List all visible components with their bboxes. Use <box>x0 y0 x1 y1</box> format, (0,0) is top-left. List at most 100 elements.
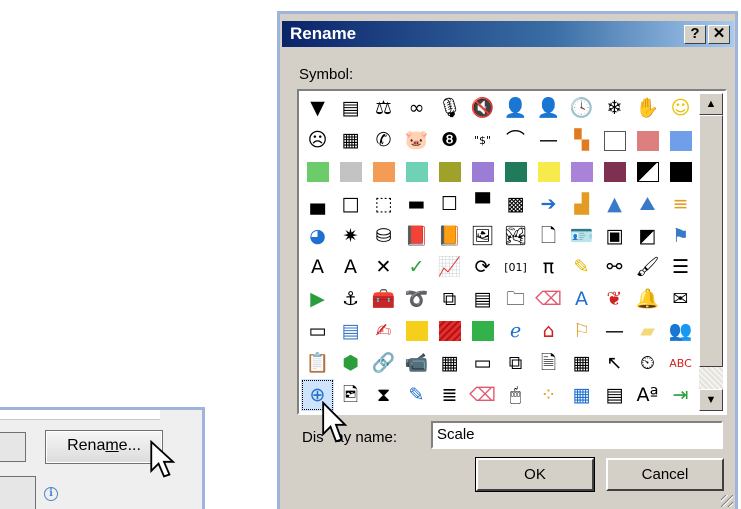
symbol-cell-flag-arrow-icon[interactable]: ⚑ <box>664 220 697 252</box>
symbol-cell-anchor-icon[interactable]: ⚓ <box>334 284 367 316</box>
symbol-cell-check-mark-icon[interactable]: ✓ <box>400 252 433 284</box>
symbol-cell-ie-icon[interactable]: ℯ <box>499 316 532 348</box>
symbol-cell-chart-edit-icon[interactable]: 📈 <box>433 252 466 284</box>
symbol-cell-layout-icon[interactable]: ▣ <box>598 220 631 252</box>
scroll-down-button[interactable]: ▼ <box>699 389 723 411</box>
symbol-cell-refresh-icon[interactable]: ⟳ <box>466 252 499 284</box>
symbol-cell-clock-icon[interactable]: 🕓 <box>565 93 598 125</box>
symbol-cell-pointer-icon[interactable]: ↖ <box>598 347 631 379</box>
symbol-cell-eight-ball-icon[interactable]: ❽ <box>433 125 466 157</box>
symbol-cell-binary-icon[interactable]: [01] <box>499 252 532 284</box>
symbol-cell-align-right-icon[interactable]: ≣ <box>433 379 466 411</box>
symbol-cell-play-icon[interactable]: ▶ <box>301 284 334 316</box>
scroll-thumb[interactable] <box>699 115 723 367</box>
symbol-cell-text-box-icon[interactable]: A <box>301 252 334 284</box>
symbol-cell-copy-icon[interactable]: ⧉ <box>433 284 466 316</box>
symbol-cell-eraser2-icon[interactable]: ⌫ <box>466 379 499 411</box>
symbol-cell-timer-icon[interactable]: ⏲ <box>631 347 664 379</box>
symbol-cell-scale-icon[interactable]: ⚖ <box>367 93 400 125</box>
scroll-up-button[interactable]: ▲ <box>699 93 723 115</box>
symbol-cell-person-icon[interactable]: 👤 <box>532 93 565 125</box>
symbol-cell-gray-square[interactable] <box>334 157 367 189</box>
symbol-cell-highlighter-icon[interactable]: ✎ <box>565 252 598 284</box>
symbol-cell-folder-icon[interactable]: 🗀 <box>499 284 532 316</box>
symbol-cell-card-icon[interactable]: ▭ <box>301 316 334 348</box>
symbol-cell-teal-square[interactable] <box>400 157 433 189</box>
symbol-cell-violet-square[interactable] <box>565 157 598 189</box>
symbol-cell-yellow-square[interactable] <box>532 157 565 189</box>
ok-button[interactable]: OK <box>475 457 595 492</box>
symbol-cell-clipboard-icon[interactable]: 📋 <box>301 347 334 379</box>
symbol-cell-maroon-square[interactable] <box>598 157 631 189</box>
symbol-cell-table-icon[interactable]: ▦ <box>433 347 466 379</box>
symbol-cell-text-shade-icon[interactable]: A <box>334 252 367 284</box>
symbol-cell-dotted-square-icon[interactable]: ⬚ <box>367 188 400 220</box>
symbol-cell-contact-card-icon[interactable]: 🪪 <box>565 220 598 252</box>
symbol-cell-window-icon[interactable]: ▭ <box>466 347 499 379</box>
symbol-cell-superscript-icon[interactable]: Aª <box>631 379 664 411</box>
symbol-cell-form-icon[interactable]: ▤ <box>334 316 367 348</box>
symbol-cell-bars-icon[interactable]: ≡ <box>664 188 697 220</box>
symbol-cell-calculator-icon[interactable]: ▦ <box>334 125 367 157</box>
symbol-cell-landscape-icon[interactable]: 🏞 <box>499 220 532 252</box>
symbol-cell-green-square[interactable] <box>301 157 334 189</box>
help-button[interactable]: ? <box>684 25 706 44</box>
symbol-cell-cube-icon[interactable]: ⬢ <box>334 347 367 379</box>
symbol-cell-mute-icon[interactable]: 🔇 <box>466 93 499 125</box>
symbol-cell-color-grid-icon[interactable]: ▚ <box>565 125 598 157</box>
symbol-cell-hourglass-icon[interactable]: ⧗ <box>367 379 400 411</box>
symbol-cell-frown-icon[interactable]: ☹ <box>301 125 334 157</box>
symbol-cell-reader-icon[interactable]: ▤ <box>334 93 367 125</box>
symbol-cell-dots-icon[interactable]: ⁘ <box>532 379 565 411</box>
symbol-cell-snowflake-icon[interactable]: ❄ <box>598 93 631 125</box>
symbol-cell-businessman-icon[interactable]: 👤 <box>499 93 532 125</box>
symbol-cell-border-top-icon[interactable]: ▀ <box>466 188 499 220</box>
vertical-scrollbar[interactable]: ▲ ▼ <box>699 93 723 411</box>
symbol-cell-toolbox-icon[interactable]: 🧰 <box>367 284 400 316</box>
symbol-cell-notebook-icon[interactable]: 📙 <box>433 220 466 252</box>
symbol-cell-quote-dollar-icon[interactable]: "$" <box>466 125 499 157</box>
symbol-cell-bell-icon[interactable]: 🔔 <box>631 284 664 316</box>
rename-button[interactable]: Rename... <box>45 430 163 464</box>
symbol-cell-database-icon[interactable]: ⛁ <box>367 220 400 252</box>
symbol-cell-sticky-note-icon[interactable]: ▰ <box>631 316 664 348</box>
title-bar[interactable]: Rename ? ✕ <box>282 21 734 47</box>
symbol-cell-tab-icon[interactable]: ⇥ <box>664 379 697 411</box>
cancel-button[interactable]: Cancel <box>606 458 724 491</box>
symbol-cell-contrast-square[interactable] <box>631 157 664 189</box>
symbol-cell-thin-square-icon[interactable]: ☐ <box>433 188 466 220</box>
symbol-cell-red-pattern-icon[interactable] <box>433 316 466 348</box>
symbol-cell-border-square-icon[interactable]: □ <box>334 188 367 220</box>
symbol-cell-checker-icon[interactable]: ▩ <box>499 188 532 220</box>
symbol-cell-form-edit-icon[interactable]: ✍ <box>367 316 400 348</box>
symbol-cell-blue-square[interactable] <box>664 125 697 157</box>
symbol-cell-edit-icon[interactable]: ✎ <box>400 379 433 411</box>
symbol-cell-hand-icon[interactable]: ✋ <box>631 93 664 125</box>
symbol-cell-dark-green-square[interactable] <box>499 157 532 189</box>
symbol-cell-group-icon[interactable]: 👥 <box>664 316 697 348</box>
symbol-cell-lasso-icon[interactable]: ➰ <box>400 284 433 316</box>
symbol-cell-eraser-icon[interactable]: ⌫ <box>532 284 565 316</box>
symbol-cell-green-block-icon[interactable] <box>466 316 499 348</box>
symbol-cell-phone-icon[interactable]: ✆ <box>367 125 400 157</box>
symbol-cell-font-icon[interactable]: A <box>565 284 598 316</box>
symbol-cell-rings-icon[interactable]: ∞ <box>400 93 433 125</box>
symbol-cell-list-icon[interactable]: ☰ <box>664 252 697 284</box>
symbol-cell-binoculars-icon[interactable]: ⚯ <box>598 252 631 284</box>
symbol-cell-home-icon[interactable]: ⌂ <box>532 316 565 348</box>
symbol-cell-file-icon[interactable]: ▤ <box>466 284 499 316</box>
symbol-cell-brush-icon[interactable]: 🖌 <box>631 252 664 284</box>
symbol-cell-olive-square[interactable] <box>433 157 466 189</box>
symbol-cell-mouse-icon[interactable]: 🖱 <box>499 379 532 411</box>
symbol-cell-video-icon[interactable]: 📹 <box>400 347 433 379</box>
symbol-cell-signpost-icon[interactable]: ⚐ <box>565 316 598 348</box>
symbol-cell-smiley-icon[interactable]: ☺ <box>664 93 697 125</box>
symbol-cell-pie-chart-icon[interactable]: ◕ <box>301 220 334 252</box>
symbol-cell-black-square[interactable] <box>664 157 697 189</box>
symbol-cell-white-square[interactable] <box>598 125 631 157</box>
symbol-cell-purple-square[interactable] <box>466 157 499 189</box>
symbol-cell-radar-icon[interactable]: ✷ <box>334 220 367 252</box>
symbol-cell-book-icon[interactable]: 📕 <box>400 220 433 252</box>
symbol-cell-msn-butterfly-icon[interactable]: ❦ <box>598 284 631 316</box>
display-name-input[interactable]: Scale <box>431 421 723 449</box>
